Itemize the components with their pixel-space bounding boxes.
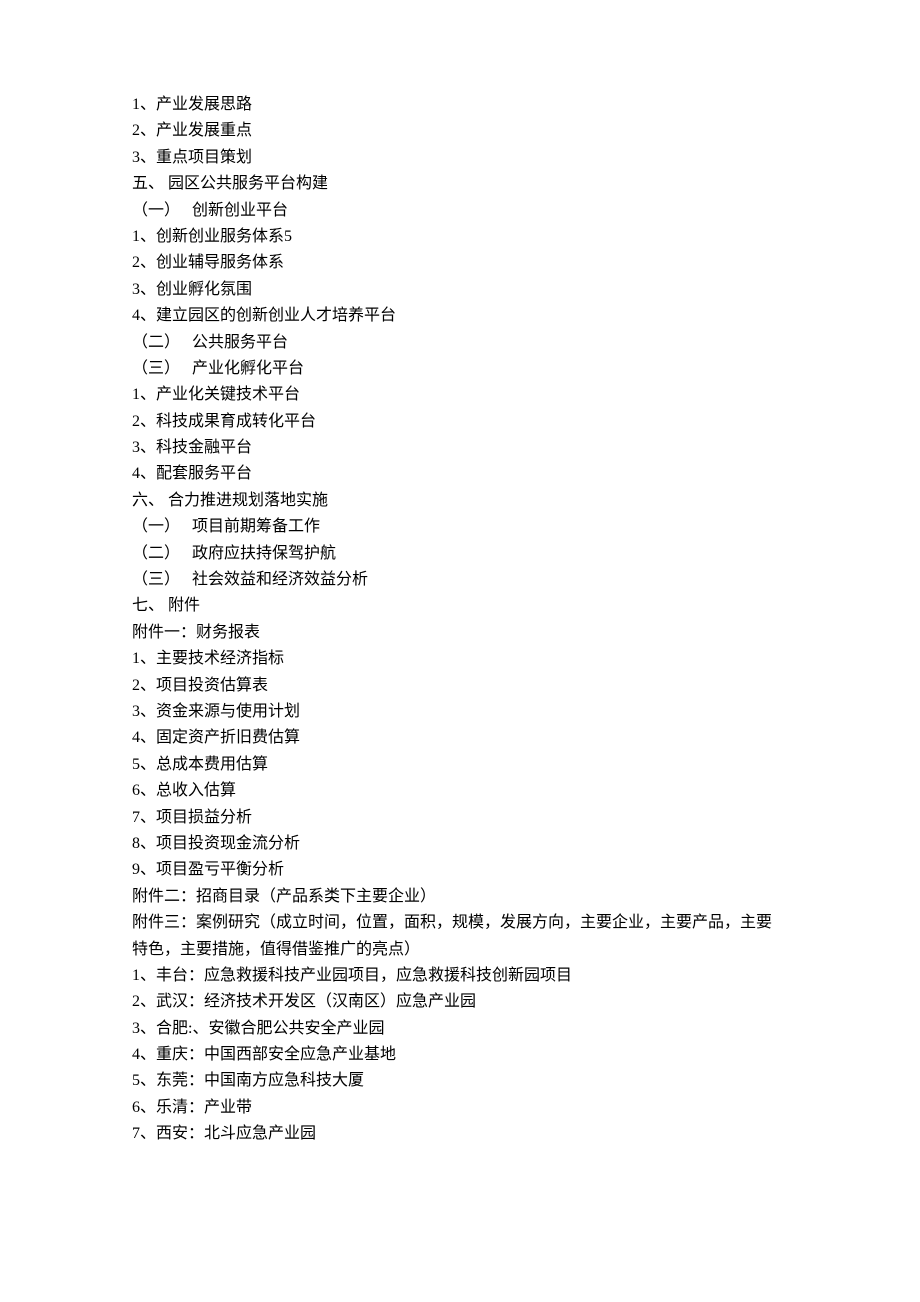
outline-item: 3、科技金融平台: [132, 435, 788, 461]
document-body: 1、产业发展思路 2、产业发展重点 3、重点项目策划 五、 园区公共服务平台构建…: [132, 92, 788, 1148]
outline-item: 1、丰台：应急救援科技产业园项目，应急救援科技创新园项目: [132, 963, 788, 989]
outline-item: （一） 项目前期筹备工作: [132, 514, 788, 540]
outline-item: 1、创新创业服务体系5: [132, 224, 788, 250]
outline-item: 七、 附件: [132, 593, 788, 619]
outline-item: （三） 产业化孵化平台: [132, 356, 788, 382]
outline-item: 3、合肥:、安徽合肥公共安全产业园: [132, 1016, 788, 1042]
outline-item: （一） 创新创业平台: [132, 198, 788, 224]
outline-item: （三） 社会效益和经济效益分析: [132, 567, 788, 593]
outline-item: 2、科技成果育成转化平台: [132, 409, 788, 435]
outline-item: 1、产业化关键技术平台: [132, 382, 788, 408]
outline-item: 4、配套服务平台: [132, 461, 788, 487]
outline-item: 6、乐清：产业带: [132, 1095, 788, 1121]
outline-item: 5、总成本费用估算: [132, 752, 788, 778]
outline-item: 附件一：财务报表: [132, 620, 788, 646]
outline-item: 4、固定资产折旧费估算: [132, 725, 788, 751]
outline-item: 3、创业孵化氛围: [132, 277, 788, 303]
outline-item: 2、项目投资估算表: [132, 673, 788, 699]
outline-item: 4、建立园区的创新创业人才培养平台: [132, 303, 788, 329]
outline-item: 1、主要技术经济指标: [132, 646, 788, 672]
outline-item: 五、 园区公共服务平台构建: [132, 171, 788, 197]
outline-item: 六、 合力推进规划落地实施: [132, 488, 788, 514]
outline-item: 6、总收入估算: [132, 778, 788, 804]
outline-item: 9、项目盈亏平衡分析: [132, 857, 788, 883]
outline-item: 5、东莞：中国南方应急科技大厦: [132, 1068, 788, 1094]
outline-item: 2、武汉：经济技术开发区（汉南区）应急产业园: [132, 989, 788, 1015]
outline-item: 4、重庆：中国西部安全应急产业基地: [132, 1042, 788, 1068]
outline-item: 2、产业发展重点: [132, 118, 788, 144]
outline-item: 2、创业辅导服务体系: [132, 250, 788, 276]
outline-item: 3、重点项目策划: [132, 145, 788, 171]
outline-item: 附件二：招商目录（产品系类下主要企业）: [132, 884, 788, 910]
outline-item: 7、项目损益分析: [132, 805, 788, 831]
outline-item: （二） 公共服务平台: [132, 330, 788, 356]
outline-item: 1、产业发展思路: [132, 92, 788, 118]
outline-item: 7、西安：北斗应急产业园: [132, 1121, 788, 1147]
outline-item: 特色，主要措施，值得借鉴推广的亮点）: [132, 937, 788, 963]
outline-item: 8、项目投资现金流分析: [132, 831, 788, 857]
outline-item: 3、资金来源与使用计划: [132, 699, 788, 725]
outline-item: （二） 政府应扶持保驾护航: [132, 541, 788, 567]
outline-item: 附件三：案例研究（成立时间，位置，面积，规模，发展方向，主要企业，主要产品，主要: [132, 910, 788, 936]
